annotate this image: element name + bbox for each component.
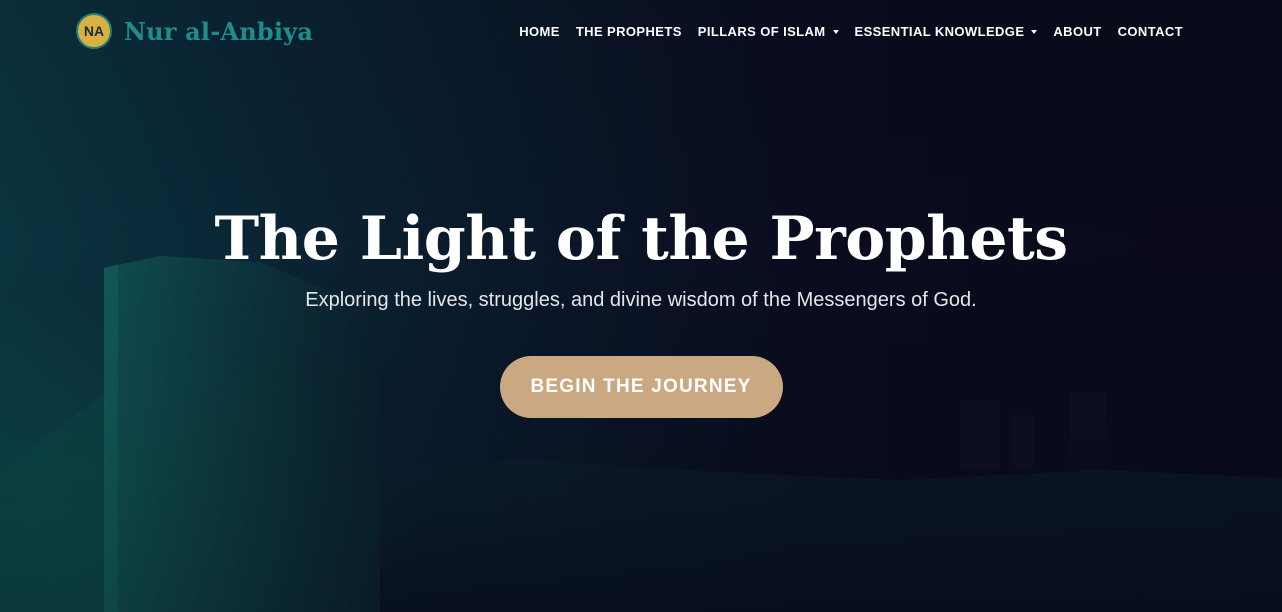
brand-badge: NA xyxy=(76,13,112,49)
nav-item-label: THE PROPHETS xyxy=(575,24,682,39)
nav-item-essential-knowledge[interactable]: ESSENTIAL KNOWLEDGE xyxy=(855,24,1038,39)
nav-item-about[interactable]: ABOUT xyxy=(1053,24,1101,39)
hero-subtitle: Exploring the lives, struggles, and divi… xyxy=(305,289,977,311)
hero-content: The Light of the Prophets Exploring the … xyxy=(0,196,1282,418)
nav-item-label: ABOUT xyxy=(1053,24,1102,39)
main-menu: HOME THE PROPHETS PILLARS OF ISLAM ESSEN… xyxy=(519,24,1183,39)
nav-item-contact[interactable]: CONTACT xyxy=(1118,24,1183,39)
nav-item-label: HOME xyxy=(519,24,560,39)
nav-item-label: CONTACT xyxy=(1117,24,1183,39)
brand-logo-link[interactable]: NA Nur al-Anbiya xyxy=(76,13,313,49)
nav-item-label: PILLARS OF ISLAM xyxy=(697,24,826,39)
top-navigation: NA Nur al-Anbiya HOME THE PROPHETS PILLA… xyxy=(0,0,1282,66)
begin-journey-button[interactable]: BEGIN THE JOURNEY xyxy=(499,356,783,418)
hero-section: NA Nur al-Anbiya HOME THE PROPHETS PILLA… xyxy=(0,0,1282,612)
nav-item-home[interactable]: HOME xyxy=(519,24,560,39)
caret-down-icon xyxy=(1031,29,1038,34)
caret-down-icon xyxy=(832,29,839,34)
nav-item-pillars-of-islam[interactable]: PILLARS OF ISLAM xyxy=(698,24,839,39)
nav-item-the-prophets[interactable]: THE PROPHETS xyxy=(576,24,682,39)
nav-item-label: ESSENTIAL KNOWLEDGE xyxy=(854,24,1025,39)
hero-title: The Light of the Prophets xyxy=(214,204,1068,274)
brand-name: Nur al-Anbiya xyxy=(124,16,314,46)
